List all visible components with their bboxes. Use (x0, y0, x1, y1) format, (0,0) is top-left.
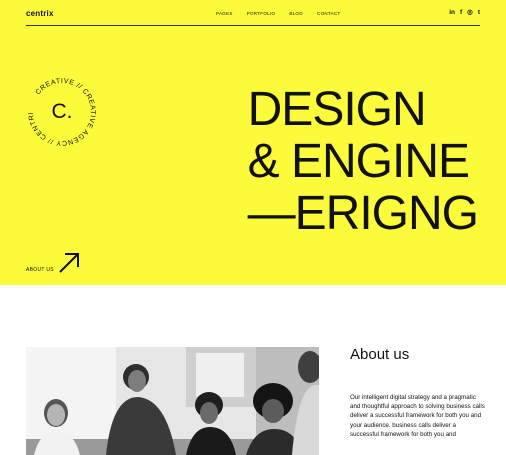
twitter-icon[interactable]: t (478, 9, 480, 17)
instagram-icon[interactable]: ◎ (467, 9, 473, 17)
rotating-badge: CREATIVE // CREATIVE AGENCY // CENTRIX /… (21, 69, 100, 150)
main-menu: PAGES PORTFOLIO BLOG CONTACT (216, 11, 341, 16)
headline-line-3: —ERIGNG (247, 187, 479, 240)
about-us-link[interactable]: ABOUT US (26, 267, 54, 273)
social-links: in f ◎ t (449, 9, 480, 17)
menu-item-pages[interactable]: PAGES (216, 11, 233, 16)
menu-item-portfolio[interactable]: PORTFOLIO (247, 11, 276, 16)
about-paragraph: Our intelligent digital strategy and a p… (350, 394, 485, 438)
team-photo (26, 347, 319, 455)
badge-center-logo: C. (51, 100, 73, 123)
arrow-up-right-icon[interactable] (58, 252, 80, 274)
linkedin-icon[interactable]: in (449, 9, 455, 17)
menu-item-contact[interactable]: CONTACT (317, 11, 341, 16)
hero-headline: DESIGN & ENGINE —ERIGNG (247, 83, 479, 240)
menu-item-blog[interactable]: BLOG (289, 11, 303, 16)
team-photo-illustration (26, 347, 319, 455)
top-navbar: centrix PAGES PORTFOLIO BLOG CONTACT in … (26, 8, 480, 26)
site-logo[interactable]: centrix (26, 9, 54, 18)
facebook-icon[interactable]: f (460, 9, 462, 17)
about-heading: About us (350, 346, 410, 363)
hero-section: centrix PAGES PORTFOLIO BLOG CONTACT in … (0, 0, 506, 285)
headline-line-1: DESIGN (247, 83, 427, 136)
headline-line-2: & ENGINE (247, 135, 470, 188)
